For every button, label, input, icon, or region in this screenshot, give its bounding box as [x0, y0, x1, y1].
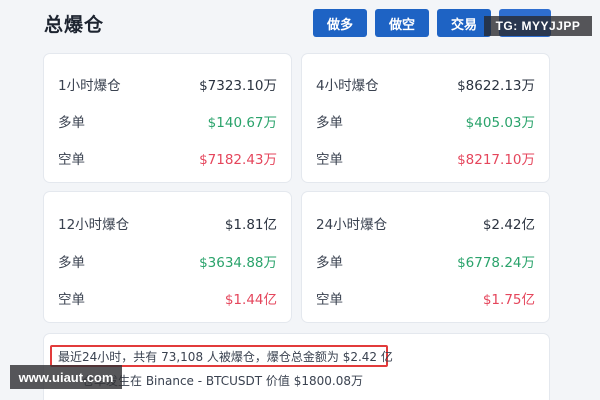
- short-label: 空单: [58, 152, 85, 168]
- short-row: 空单 $7182.43万: [58, 148, 277, 168]
- long-row: 多单 $3634.88万: [58, 251, 277, 271]
- total-value: $1.81亿: [224, 217, 277, 233]
- short-row: 空单 $1.44亿: [58, 288, 277, 308]
- long-value: $3634.88万: [199, 255, 277, 271]
- long-row: 多单 $405.03万: [316, 111, 535, 131]
- total-value: $2.42亿: [482, 217, 535, 233]
- liquidation-card-1h: 1小时爆仓 $7323.10万 多单 $140.67万 空单 $7182.43万: [44, 54, 291, 182]
- liquidation-card-24h: 24小时爆仓 $2.42亿 多单 $6778.24万 空单 $1.75亿: [302, 192, 549, 322]
- short-value: $1.75亿: [482, 292, 535, 308]
- long-label: 多单: [58, 115, 85, 131]
- period-label: 1小时爆仓: [58, 78, 121, 94]
- long-value: $405.03万: [465, 115, 535, 131]
- long-label: 多单: [316, 115, 343, 131]
- liquidation-card-12h: 12小时爆仓 $1.81亿 多单 $3634.88万 空单 $1.44亿: [44, 192, 291, 322]
- total-value: $8622.13万: [457, 78, 535, 94]
- total-row: 24小时爆仓 $2.42亿: [316, 213, 535, 233]
- period-label: 24小时爆仓: [316, 217, 388, 233]
- liquidation-card-4h: 4小时爆仓 $8622.13万 多单 $405.03万 空单 $8217.10万: [302, 54, 549, 182]
- telegram-watermark: TG: MYYJJPP: [484, 16, 592, 36]
- short-value: $1.44亿: [224, 292, 277, 308]
- short-value: $7182.43万: [199, 152, 277, 168]
- long-value: $6778.24万: [457, 255, 535, 271]
- total-row: 4小时爆仓 $8622.13万: [316, 74, 535, 94]
- total-row: 1小时爆仓 $7323.10万: [58, 74, 277, 94]
- short-label: 空单: [316, 152, 343, 168]
- short-label: 空单: [58, 292, 85, 308]
- period-label: 12小时爆仓: [58, 217, 130, 233]
- long-row: 多单 $140.67万: [58, 111, 277, 131]
- trade-button[interactable]: 交易: [437, 9, 491, 37]
- long-button[interactable]: 做多: [313, 9, 367, 37]
- summary-line-2: 仓单发生在 Binance - BTCUSDT 价值 $1800.08万: [82, 374, 363, 388]
- short-value: $8217.10万: [457, 152, 535, 168]
- long-value: $140.67万: [207, 115, 277, 131]
- url-watermark: www.uiaut.com: [10, 365, 122, 389]
- total-row: 12小时爆仓 $1.81亿: [58, 213, 277, 233]
- short-row: 空单 $1.75亿: [316, 288, 535, 308]
- long-label: 多单: [316, 255, 343, 271]
- page-title: 总爆仓: [44, 14, 105, 36]
- period-label: 4小时爆仓: [316, 78, 379, 94]
- short-button[interactable]: 做空: [375, 9, 429, 37]
- long-label: 多单: [58, 255, 85, 271]
- summary-line-1: 最近24小时，共有 73,108 人被爆仓，爆仓总金额为 $2.42 亿: [58, 350, 393, 364]
- total-value: $7323.10万: [199, 78, 277, 94]
- short-label: 空单: [316, 292, 343, 308]
- long-row: 多单 $6778.24万: [316, 251, 535, 271]
- short-row: 空单 $8217.10万: [316, 148, 535, 168]
